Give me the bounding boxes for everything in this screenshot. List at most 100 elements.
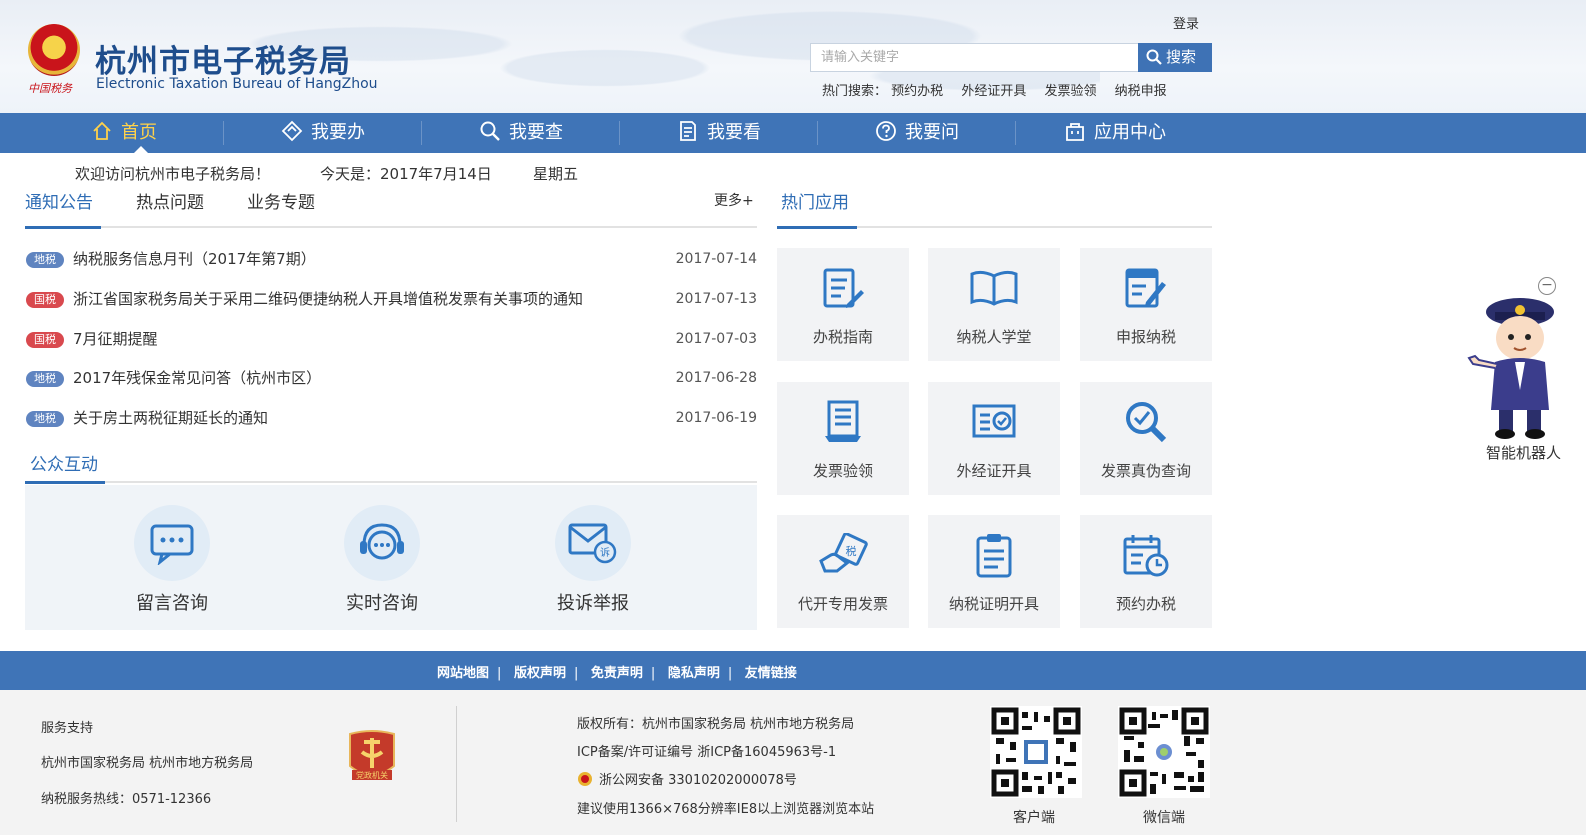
news-date: 2017-07-14 (675, 251, 757, 267)
news-title[interactable]: 纳税服务信息月刊（2017年第7期） (73, 248, 316, 270)
ticket-icon-glyph: 税 (846, 544, 857, 558)
headset-chat-icon (344, 505, 420, 581)
site-title[interactable]: 杭州市电子税务局 (95, 36, 351, 81)
police-record: 浙公网安备 33010202000078号 (577, 769, 797, 788)
site-header: 中国税务 杭州市电子税务局 Electronic Taxation Bureau… (0, 0, 1586, 113)
nav-item-read[interactable]: 我要看 (620, 113, 818, 153)
app-outbound-cert[interactable]: 外经证开具 (928, 382, 1060, 495)
app-declare-tax[interactable]: 申报纳税 (1080, 248, 1212, 361)
hot-search-link[interactable]: 纳税申报 (1115, 84, 1167, 99)
tax-emblem-icon (28, 24, 80, 76)
search-input[interactable]: 请输入关键字 (810, 43, 1140, 72)
app-label: 纳税证明开具 (948, 595, 1039, 613)
news-date: 2017-07-13 (675, 291, 757, 307)
news-title[interactable]: 关于房土两税征期延长的通知 (73, 407, 268, 429)
hot-search-link[interactable]: 预约办税 (891, 84, 943, 99)
party-government-badge-icon[interactable]: 党政机关 (346, 728, 398, 786)
police-badge-icon (578, 772, 592, 786)
welcome-bar: 欢迎访问杭州市电子税务局！ 今天是：2017年7月14日 星期五 (0, 157, 1210, 187)
news-item[interactable]: 地税 纳税服务信息月刊（2017年第7期） 2017-07-14 (25, 248, 757, 272)
news-date: 2017-07-03 (675, 331, 757, 347)
notice-tabs: 通知公告 热点问题 业务专题 (25, 188, 757, 228)
emblem-caption: 中国税务 (28, 82, 72, 95)
news-item[interactable]: 国税 浙江省国家税务局关于采用二维码便捷纳税人开具增值税发票有关事项的通知 20… (25, 288, 757, 312)
qr-client-label: 客户端 (1013, 810, 1055, 826)
hot-search-label: 热门搜索： (822, 84, 888, 99)
tab-topics[interactable]: 业务专题 (247, 188, 315, 213)
footer-link-privacy[interactable]: 隐私声明 (668, 666, 720, 681)
question-icon (876, 121, 896, 141)
nav-label: 我要看 (707, 122, 761, 143)
search-button[interactable]: 搜索 (1138, 43, 1212, 72)
section-underline (25, 481, 105, 484)
nav-item-apply[interactable]: 我要办 (224, 113, 422, 153)
app-special-invoice[interactable]: 税 代开专用发票 (777, 515, 909, 628)
chat-bubble-icon (134, 505, 210, 581)
more-link[interactable]: 更多+ (714, 190, 754, 210)
footer-divider (456, 706, 457, 822)
nav-item-home[interactable]: 首页 (25, 113, 223, 153)
footer-link-bar: 网站地图 | 版权声明 | 免责声明 | 隐私声明 | 友情链接 (0, 651, 1586, 690)
public-item-live-chat[interactable]: 实时咨询 (322, 505, 442, 615)
hotline: 纳税服务热线：0571-12366 (41, 792, 212, 807)
footer-link-disclaimer[interactable]: 免责声明 (591, 666, 643, 681)
footer-link-friends[interactable]: 友情链接 (745, 666, 797, 681)
app-label: 外经证开具 (956, 462, 1032, 480)
guide-icon (777, 260, 909, 316)
welcome-text: 欢迎访问杭州市电子税务局！ (75, 165, 271, 183)
today-weekday: 星期五 (533, 165, 579, 183)
footer-link-sitemap[interactable]: 网站地图 (437, 666, 489, 681)
app-tax-proof[interactable]: 纳税证明开具 (928, 515, 1060, 628)
clipboard-icon (928, 527, 1060, 583)
app-appointment[interactable]: 预约办税 (1080, 515, 1212, 628)
nav-item-app-center[interactable]: 应用中心 (1016, 113, 1214, 153)
public-item-label: 留言咨询 (136, 593, 208, 614)
news-title[interactable]: 2017年残保金常见问答（杭州市区） (73, 367, 321, 389)
news-item[interactable]: 地税 关于房土两税征期延长的通知 2017-06-19 (25, 407, 757, 431)
home-icon (93, 121, 111, 140)
robot-mascot-icon[interactable] (1465, 290, 1565, 440)
hot-search-link[interactable]: 发票验领 (1044, 84, 1096, 99)
nav-label: 应用中心 (1094, 122, 1166, 143)
nav-item-query[interactable]: 我要查 (422, 113, 620, 153)
site-subtitle: Electronic Taxation Bureau of HangZhou (96, 76, 378, 92)
login-link[interactable]: 登录 (1173, 13, 1199, 32)
active-tab-underline (25, 226, 101, 229)
invoice-icon (777, 394, 909, 450)
app-tax-guide[interactable]: 办税指南 (777, 248, 909, 361)
app-label: 预约办税 (1115, 595, 1176, 613)
separator: | (727, 666, 733, 681)
police-record-text: 浙公网安备 33010202000078号 (599, 773, 797, 788)
tab-hot-issues[interactable]: 热点问题 (136, 188, 204, 213)
news-item[interactable]: 地税 2017年残保金常见问答（杭州市区） 2017-06-28 (25, 367, 757, 391)
certificate-icon (928, 394, 1060, 450)
nav-item-ask[interactable]: 我要问 (818, 113, 1016, 153)
icp-text: ICP备案/许可证编号 浙ICP备16045963号-1 (577, 745, 837, 760)
news-date: 2017-06-19 (675, 410, 757, 426)
app-invoice-verify[interactable]: 发票真伪查询 (1080, 382, 1212, 495)
app-label: 办税指南 (812, 328, 873, 346)
app-invoice-receive[interactable]: 发票验领 (777, 382, 909, 495)
nav-label: 首页 (121, 122, 157, 143)
qr-code-client-icon (990, 706, 1082, 798)
complaint-icon-glyph: 诉 (600, 546, 610, 559)
book-icon (928, 260, 1060, 316)
footer-link-copyright[interactable]: 版权声明 (514, 666, 566, 681)
badge-local-tax: 地税 (26, 252, 64, 268)
news-title[interactable]: 7月征期提醒 (73, 328, 158, 350)
public-item-label: 实时咨询 (346, 593, 418, 614)
search-icon (1146, 49, 1162, 65)
news-item[interactable]: 国税 7月征期提醒 2017-07-03 (25, 328, 757, 352)
robot-label[interactable]: 智能机器人 (1486, 442, 1561, 463)
app-taxpayer-school[interactable]: 纳税人学堂 (928, 248, 1060, 361)
public-item-message[interactable]: 留言咨询 (112, 505, 232, 615)
separator: | (573, 666, 579, 681)
hot-search-link[interactable]: 外经证开具 (961, 84, 1026, 99)
public-item-complaint[interactable]: 诉 投诉举报 (533, 505, 653, 615)
search-icon (480, 121, 500, 141)
qr-wechat-label: 微信端 (1143, 810, 1185, 826)
public-interaction-title: 公众互动 (30, 455, 98, 475)
news-title[interactable]: 浙江省国家税务局关于采用二维码便捷纳税人开具增值税发票有关事项的通知 (73, 288, 583, 310)
separator: | (497, 666, 502, 681)
tab-notices[interactable]: 通知公告 (25, 188, 93, 213)
